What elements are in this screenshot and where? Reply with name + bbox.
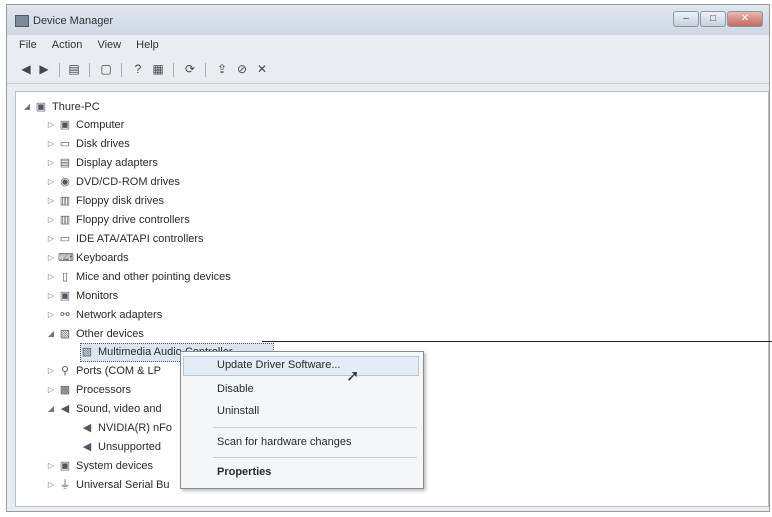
context-uninstall[interactable]: Uninstall — [217, 405, 259, 417]
forward-icon[interactable]: ▶ — [37, 62, 51, 76]
back-icon[interactable]: ◀ — [19, 62, 33, 76]
context-separator — [213, 427, 417, 428]
floppy-drive-icon: ▥ — [59, 195, 71, 207]
tree-item-label: IDE ATA/ATAPI controllers — [76, 233, 204, 245]
help-icon[interactable]: ? — [131, 62, 145, 76]
tree-item-label: Floppy disk drives — [76, 195, 165, 207]
keyboard-icon: ⌨ — [58, 252, 74, 264]
toolbar-separator — [121, 63, 122, 77]
collapse-icon[interactable]: ◢ — [46, 325, 56, 343]
computer-icon: ▣ — [59, 119, 71, 131]
expand-icon[interactable]: ▷ — [46, 135, 56, 153]
mouse-icon: ▯ — [61, 271, 69, 283]
tree-item-label: Floppy drive controllers — [76, 214, 190, 226]
tree-item-label: Other devices — [76, 328, 144, 340]
usb-icon: ⏚ — [59, 479, 71, 491]
context-disable[interactable]: Disable — [217, 383, 254, 395]
other-devices-icon: ▧ — [59, 328, 71, 340]
expand-icon[interactable]: ▷ — [46, 362, 56, 380]
context-separator — [213, 457, 417, 458]
tree-item-label: Mice and other pointing devices — [76, 271, 231, 283]
expand-icon[interactable]: ▷ — [46, 173, 56, 191]
expand-icon[interactable]: ▷ — [46, 230, 56, 248]
update-driver-icon[interactable]: ⇪ — [215, 62, 229, 76]
expand-icon[interactable]: ▷ — [46, 116, 56, 134]
callout-line — [262, 341, 772, 342]
port-icon: ⚲ — [60, 365, 70, 377]
tree-item-label: Disk drives — [76, 138, 130, 150]
tree-item-label: DVD/CD-ROM drives — [76, 176, 180, 188]
tree-item-label: Universal Serial Bu — [76, 479, 170, 491]
tree-item-label: Computer — [76, 119, 125, 131]
disable-icon[interactable]: ⊘ — [235, 62, 249, 76]
expand-icon[interactable]: ▷ — [46, 211, 56, 229]
context-properties[interactable]: Properties — [217, 466, 271, 478]
monitor-icon: ▣ — [59, 290, 71, 302]
expand-icon[interactable]: ▷ — [46, 457, 56, 475]
display-adapter-icon: ▤ — [59, 157, 71, 169]
menu-bar: File Action View Help — [7, 37, 769, 55]
network-adapter-icon: ⚯ — [60, 309, 70, 321]
close-button[interactable]: ✕ — [727, 11, 763, 27]
processor-icon: ▩ — [59, 384, 71, 396]
uninstall-icon[interactable]: ✕ — [255, 62, 269, 76]
tree-item-label: Sound, video and — [76, 403, 162, 415]
unknown-device-icon: ▧ — [81, 346, 93, 358]
scan-icon[interactable]: ⟳ — [183, 62, 197, 76]
tree-item-label: Display adapters — [76, 157, 158, 169]
tree-item-label: Ports (COM & LP — [76, 365, 161, 377]
context-scan-hardware[interactable]: Scan for hardware changes — [217, 436, 352, 448]
window-title: Device Manager — [33, 15, 114, 27]
expand-icon[interactable]: ▷ — [46, 381, 56, 399]
expand-icon[interactable]: ▷ — [46, 154, 56, 172]
context-update-driver[interactable]: Update Driver Software... — [217, 359, 341, 371]
show-hide-icon[interactable]: ▤ — [67, 62, 81, 76]
expand-icon[interactable]: ▷ — [46, 249, 56, 267]
window-controls: – □ ✕ — [672, 11, 763, 27]
expand-icon[interactable]: ▷ — [46, 268, 56, 286]
menu-view[interactable]: View — [91, 37, 127, 53]
toolbar: ◀ ▶ ▤ ▢ ? ▦ ⟳ ⇪ ⊘ ✕ — [7, 57, 769, 84]
controller-icon: ▥ — [59, 214, 71, 226]
menu-help[interactable]: Help — [130, 37, 165, 53]
context-menu: Update Driver Software... Disable Uninst… — [180, 351, 424, 489]
sound-icon: ◀ — [60, 403, 70, 415]
mouse-cursor-icon: ➚ — [346, 368, 360, 385]
tree-item-label: NVIDIA(R) nFo — [98, 422, 172, 434]
sound-device-icon: ◀ — [82, 441, 92, 453]
tree-root-label: Thure-PC — [52, 101, 100, 113]
tree-item-label: Keyboards — [76, 252, 129, 264]
device-manager-icon — [15, 15, 29, 27]
collapse-icon[interactable]: ◢ — [46, 400, 56, 418]
ide-controller-icon: ▭ — [59, 233, 71, 245]
menu-action[interactable]: Action — [46, 37, 89, 53]
expand-icon[interactable]: ▷ — [46, 287, 56, 305]
dvd-drive-icon: ◉ — [60, 176, 70, 188]
expand-icon[interactable]: ▷ — [46, 306, 56, 324]
properties-icon[interactable]: ▦ — [151, 62, 165, 76]
sound-device-icon: ◀ — [82, 422, 92, 434]
expand-icon[interactable]: ▷ — [46, 192, 56, 210]
computer-icon: ▣ — [35, 101, 47, 113]
system-device-icon: ▣ — [59, 460, 71, 472]
tree-item-label: Unsupported — [98, 441, 161, 453]
toolbar-separator — [205, 63, 206, 77]
maximize-button[interactable]: □ — [700, 11, 726, 27]
tree-item-label: Monitors — [76, 290, 119, 302]
console-tree-icon[interactable]: ▢ — [99, 62, 113, 76]
expand-icon[interactable]: ▷ — [46, 476, 56, 494]
tree-item-label: Processors — [76, 384, 132, 396]
minimize-button[interactable]: – — [673, 11, 699, 27]
toolbar-separator — [89, 63, 90, 77]
disk-drive-icon: ▭ — [59, 138, 71, 150]
tree-item-label: Network adapters — [76, 309, 163, 321]
toolbar-separator — [59, 63, 60, 77]
collapse-icon[interactable]: ◢ — [22, 98, 32, 116]
toolbar-separator — [173, 63, 174, 77]
menu-file[interactable]: File — [13, 37, 43, 53]
title-bar[interactable]: Device Manager – □ ✕ — [7, 5, 769, 35]
tree-item-label: System devices — [76, 460, 154, 472]
